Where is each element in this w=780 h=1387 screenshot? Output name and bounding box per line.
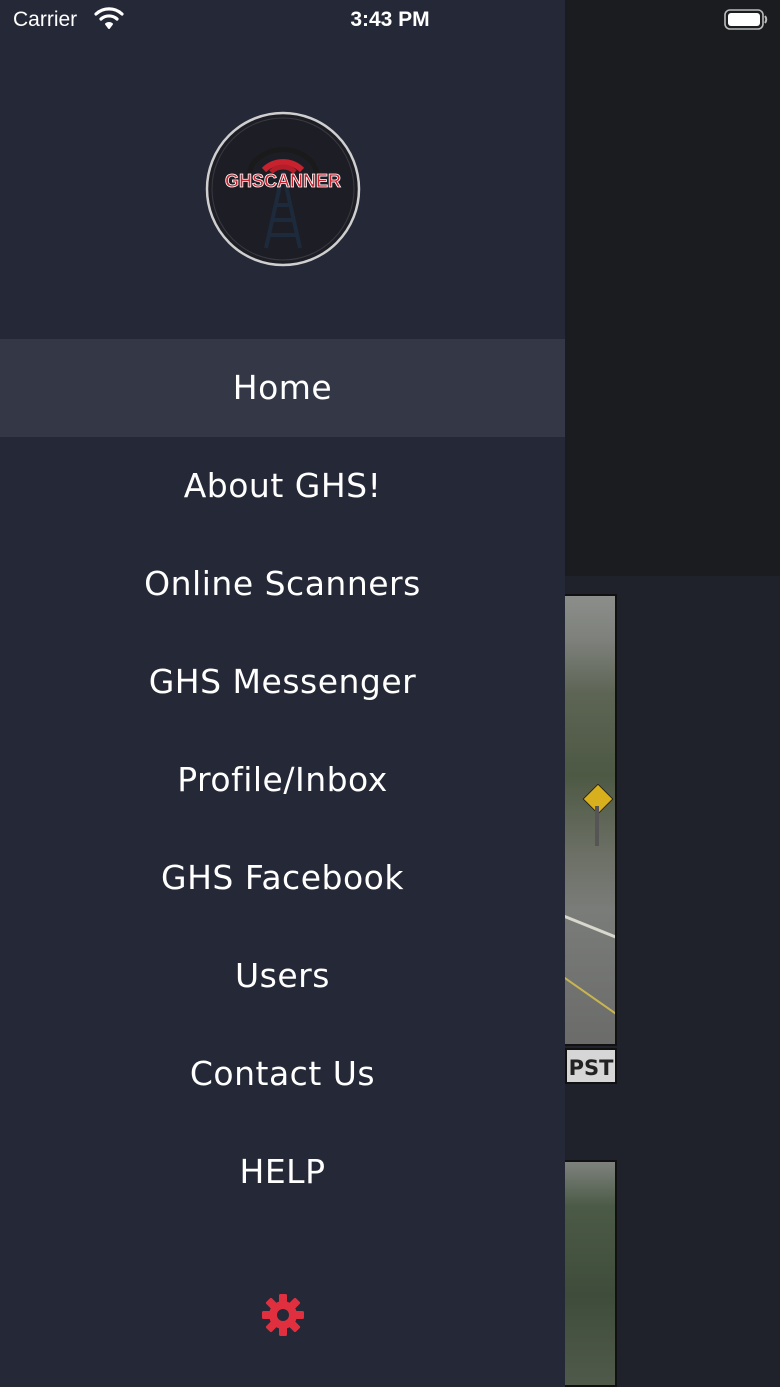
drawer-menu: Home About GHS! Online Scanners GHS Mess… [0,339,565,1221]
status-bar: Carrier 3:43 PM [0,0,780,40]
menu-item-home[interactable]: Home [0,339,565,437]
battery-icon [724,9,768,30]
menu-item-users[interactable]: Users [0,927,565,1025]
settings-gear-icon[interactable] [261,1293,305,1337]
menu-item-messenger[interactable]: GHS Messenger [0,633,565,731]
ghscanner-logo: GHSCANNER [205,111,361,267]
logo-text: GHSCANNER [225,171,341,191]
clock: 3:43 PM [350,8,430,31]
menu-item-facebook[interactable]: GHS Facebook [0,829,565,927]
sign-pole [595,806,599,846]
camera-timezone-label: PST [565,1048,617,1084]
menu-item-contact-us[interactable]: Contact Us [0,1025,565,1123]
menu-item-about[interactable]: About GHS! [0,437,565,535]
background-header [565,0,780,576]
menu-item-online-scanners[interactable]: Online Scanners [0,535,565,633]
road-line [558,912,615,943]
menu-item-help[interactable]: HELP [0,1123,565,1221]
road-line-yellow [562,976,615,1018]
side-drawer: GHSCANNER Home About GHS! Online Scanner… [0,0,565,1387]
menu-item-profile-inbox[interactable]: Profile/Inbox [0,731,565,829]
